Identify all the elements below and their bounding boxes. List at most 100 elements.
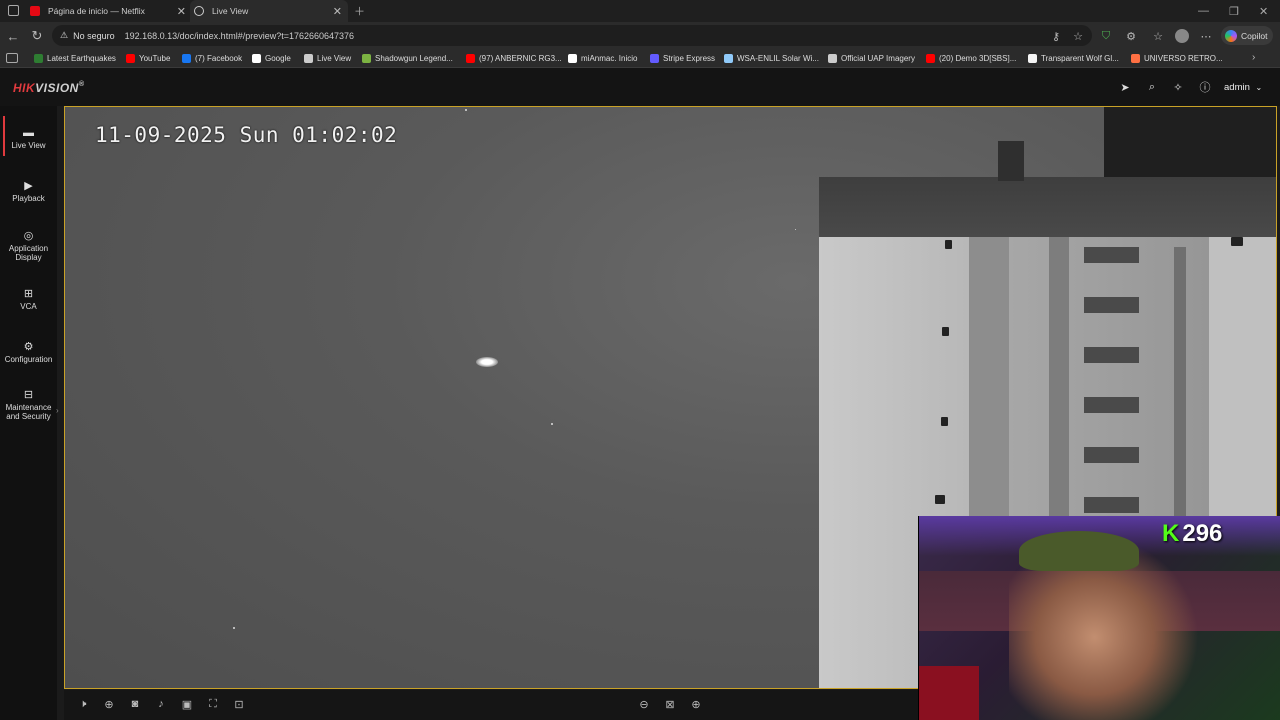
bookmark-item[interactable]: Official UAP Imagery (828, 49, 915, 68)
wall-bracket (935, 495, 945, 504)
bookmarks-overflow-icon[interactable]: › (1252, 52, 1255, 63)
mute-icon[interactable]: 🕨 (75, 696, 91, 712)
viewer-count-badge: K 296 (1162, 520, 1222, 548)
bookmark-item[interactable]: (20) Demo 3D[SBS]... (926, 49, 1016, 68)
new-tab-icon[interactable]: ＋ (354, 0, 365, 22)
tab-actions-icon[interactable] (8, 5, 19, 16)
bookmark-item[interactable]: WSA-ENLIL Solar Wi... (724, 49, 819, 68)
sidebar-item-label: Live View (11, 141, 46, 150)
wizard-icon[interactable]: ✧ (1171, 80, 1185, 94)
sidebar-item-maintenance-and-security[interactable]: ⊟ Maintenance and Security (0, 390, 57, 422)
close-tab-icon[interactable]: ✕ (333, 5, 342, 18)
back-icon[interactable]: ← (4, 27, 22, 45)
window-layout-icon[interactable]: ⊠ (662, 696, 678, 712)
bookmark-item[interactable]: Transparent Wolf Gl... (1028, 49, 1119, 68)
key-icon[interactable]: ⚷ (1049, 29, 1063, 43)
favorite-star-icon[interactable]: ☆ (1071, 29, 1085, 43)
live-view-icon: ▬ (23, 127, 34, 139)
zoom-in-icon[interactable]: ⊕ (101, 696, 117, 712)
security-indicator[interactable]: ⚠ No seguro (60, 30, 115, 41)
profile-avatar-icon[interactable] (1175, 29, 1189, 43)
focus-icon[interactable]: ⛶ (205, 696, 221, 712)
bookmark-item[interactable]: UNIVERSO RETRO... (1131, 49, 1223, 68)
bookmark-label: (20) Demo 3D[SBS]... (939, 54, 1017, 63)
copilot-button[interactable]: Copilot (1221, 26, 1273, 45)
shield-extension-icon[interactable]: ⛉ (1099, 29, 1113, 43)
bookmark-item[interactable]: Stripe Express (650, 49, 715, 68)
bookmark-item[interactable]: YouTube (126, 49, 170, 68)
balcony-window (1084, 497, 1139, 513)
bookmark-label: miAnmac. Inicio (581, 54, 638, 63)
bookmark-item[interactable]: (7) Facebook (182, 49, 242, 68)
send-icon[interactable]: ➤ (1118, 80, 1132, 94)
sidebar-item-vca[interactable]: ⊞ VCA (0, 289, 57, 312)
close-tab-icon[interactable]: ✕ (177, 5, 186, 18)
chevron-down-icon: ⌄ (1255, 83, 1263, 92)
bookmark-label: WSA-ENLIL Solar Wi... (737, 54, 819, 63)
sidebar-item-playback[interactable]: ▶ Playback (0, 181, 57, 204)
close-window-icon[interactable]: ✕ (1259, 0, 1268, 22)
sidebar-item-label: Playback (12, 194, 45, 203)
bookmark-favicon-icon (1028, 54, 1037, 63)
bookmark-label: Transparent Wolf Gl... (1041, 54, 1119, 63)
user-name: admin (1224, 82, 1250, 93)
tab-label: Página de inicio — Netflix (48, 6, 145, 16)
webcam-red-object (919, 666, 979, 720)
star (551, 423, 553, 425)
balcony-window (1084, 247, 1139, 263)
sidebar-collapse-icon[interactable]: › (56, 406, 59, 415)
rooftop-chimney (998, 141, 1024, 181)
reading-list-icon[interactable] (6, 53, 18, 63)
camera-icon[interactable]: ◙ (127, 696, 143, 712)
bookmark-favicon-icon (926, 54, 935, 63)
sidebar-item-configuration[interactable]: ⚙ Configuration (0, 342, 57, 365)
globe-favicon-icon (194, 6, 204, 16)
image-icon[interactable]: ▣ (179, 696, 195, 712)
kick-logo-icon: K (1162, 520, 1180, 547)
address-bar[interactable]: ⚠ No seguro 192.168.0.13/doc/index.html#… (52, 25, 1092, 46)
application-icon: ◎ (23, 230, 34, 242)
extensions-icon[interactable]: ⚙ (1124, 29, 1138, 43)
copilot-label: Copilot (1241, 30, 1268, 41)
sidebar-item-application-display[interactable]: ◎ Application Display (0, 230, 57, 263)
bookmark-favicon-icon (182, 54, 191, 63)
next-icon[interactable]: ⊕ (688, 696, 704, 712)
bookmark-item[interactable]: miAnmac. Inicio (568, 49, 637, 68)
bright-object (476, 357, 498, 367)
bookmark-favicon-icon (362, 54, 371, 63)
bookmark-item[interactable]: Live View (304, 49, 351, 68)
copilot-icon (1225, 29, 1237, 42)
balcony-window (1084, 447, 1139, 463)
bookmark-favicon-icon (724, 54, 733, 63)
user-menu[interactable]: admin ⌄ (1224, 82, 1262, 93)
sidebar-item-label: Application Display (8, 244, 49, 262)
bookmark-item[interactable]: Google (252, 49, 291, 68)
warning-icon: ⚠ (60, 30, 69, 40)
webcam-cap (1019, 531, 1139, 571)
search-icon[interactable]: ⌕ (1145, 80, 1159, 94)
previous-icon[interactable]: ⊖ (636, 696, 652, 712)
tab-live-view[interactable]: Live View ✕ (190, 0, 348, 22)
favorites-icon[interactable]: ☆ (1151, 29, 1165, 43)
maximize-icon[interactable]: ❐ (1229, 0, 1239, 22)
sidebar-item-label: Maintenance and Security (5, 403, 52, 421)
bookmark-label: Latest Earthquakes (47, 54, 116, 63)
bookmark-item[interactable]: (97) ANBERNIC RG3... (466, 49, 562, 68)
reload-icon[interactable]: ↻ (28, 27, 46, 45)
tab-netflix[interactable]: Página de inicio — Netflix ✕ (30, 0, 186, 22)
fullscreen-icon[interactable]: ⊡ (231, 696, 247, 712)
sidebar-item-live-view[interactable]: ▬ Live View (0, 127, 57, 151)
microphone-icon[interactable]: ♪ (153, 696, 169, 712)
bookmark-label: (7) Facebook (195, 54, 243, 63)
bookmark-item[interactable]: Latest Earthquakes (34, 49, 116, 68)
more-options-icon[interactable]: ⋯ (1199, 29, 1213, 43)
url-text[interactable]: 192.168.0.13/doc/index.html#/preview?t=1… (125, 31, 354, 41)
bookmark-item[interactable]: Shadowgun Legend... (362, 49, 453, 68)
star (465, 109, 467, 111)
hikvision-logo: HIKVISION® (13, 81, 85, 95)
bookmark-favicon-icon (252, 54, 261, 63)
minimize-icon[interactable]: — (1198, 0, 1209, 22)
bookmark-favicon-icon (304, 54, 313, 63)
sidebar-item-label: VCA (20, 302, 37, 311)
info-icon[interactable]: ⓘ (1198, 80, 1212, 94)
